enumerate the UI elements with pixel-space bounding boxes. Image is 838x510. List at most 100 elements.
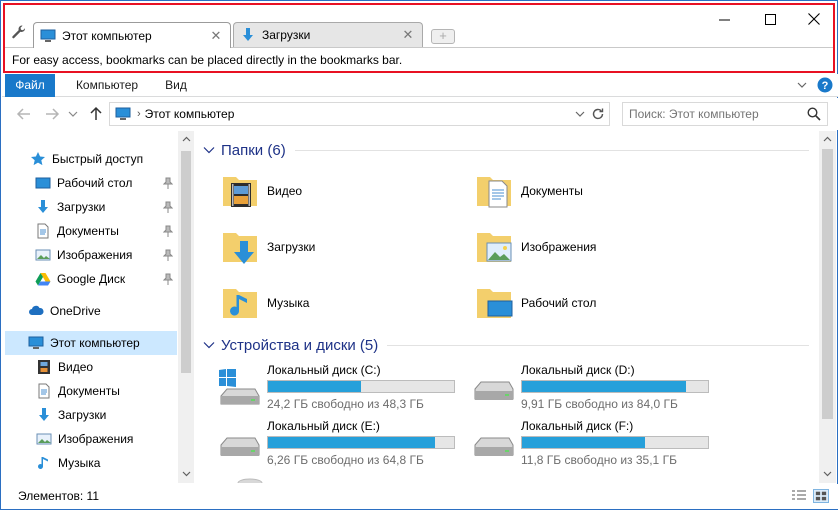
folder-video-icon: [223, 177, 257, 207]
scroll-up-chevron-icon[interactable]: [182, 136, 191, 142]
collapse-chevron-icon: [203, 147, 215, 154]
drive-d[interactable]: Локальный диск (D:) 9,91 ГБ свободно из …: [471, 363, 721, 413]
help-icon[interactable]: ?: [817, 77, 833, 93]
pin-icon[interactable]: [163, 201, 173, 213]
content-scroll-thumb[interactable]: [822, 149, 833, 419]
address-dropdown-icon[interactable]: [575, 110, 585, 118]
document-icon: [38, 383, 50, 399]
folder-downloads[interactable]: Загрузки: [221, 222, 461, 272]
download-arrow-icon: [243, 28, 253, 41]
nav-onedrive[interactable]: OneDrive: [28, 299, 200, 323]
film-icon: [38, 360, 50, 374]
drive-usage-bar: [521, 380, 709, 393]
search-input[interactable]: [629, 106, 799, 122]
folder-documents-icon: [477, 177, 511, 208]
folder-label: Документы: [521, 184, 583, 198]
drive-usage-bar: [267, 380, 455, 393]
drive-name: Локальный диск (E:): [267, 419, 380, 433]
close-tab-icon[interactable]: ✕: [402, 28, 414, 41]
breadcrumb-separator-icon[interactable]: ›: [137, 108, 141, 120]
cloud-icon: [29, 305, 44, 315]
drive-f[interactable]: Локальный диск (F:) 11,8 ГБ свободно из …: [471, 419, 721, 469]
desktop-icon: [35, 177, 51, 189]
close-icon: [808, 13, 820, 25]
nav-scrollbar[interactable]: [178, 131, 194, 483]
minimize-button[interactable]: [701, 5, 747, 33]
back-arrow-icon[interactable]: [16, 106, 32, 122]
nav-item-desktop[interactable]: Рабочий стол: [35, 171, 177, 195]
folder-label: Загрузки: [267, 240, 316, 254]
nav-item-documents[interactable]: Документы: [35, 219, 177, 243]
nav-quick-access[interactable]: Быстрый доступ: [30, 147, 202, 171]
nav-item-downloads[interactable]: Загрузки: [35, 195, 177, 219]
content-scrollbar[interactable]: [819, 131, 836, 483]
recent-locations-chevron-icon[interactable]: [68, 106, 78, 122]
wrench-icon[interactable]: [11, 24, 27, 40]
pin-icon[interactable]: [163, 273, 173, 285]
maximize-button[interactable]: [747, 5, 793, 33]
nav-item-videos[interactable]: Видео: [36, 355, 177, 379]
nav-label: Этот компьютер: [50, 336, 140, 350]
large-icons-view-icon[interactable]: [813, 489, 829, 503]
folder-pictures[interactable]: Изображения: [475, 222, 715, 272]
drive-name: Локальный диск (F:): [521, 419, 634, 433]
bookmarks-bar: For easy access, bookmarks can be placed…: [5, 47, 833, 71]
picture-icon: [36, 433, 52, 445]
breadcrumb-this-pc[interactable]: Этот компьютер: [145, 107, 235, 121]
tab-this-pc[interactable]: Этот компьютер ✕: [33, 22, 231, 48]
folder-music[interactable]: Музыка: [221, 278, 461, 328]
folder-documents[interactable]: Документы: [475, 166, 715, 216]
group-divider: [387, 345, 809, 346]
nav-item-music[interactable]: Музыка: [36, 451, 177, 475]
details-view-icon[interactable]: [791, 489, 807, 503]
drive-usage-bar: [521, 436, 709, 449]
pin-icon[interactable]: [163, 249, 173, 261]
ribbon-expand-chevron-icon[interactable]: [797, 81, 807, 89]
tab-bar-region: Этот компьютер ✕ Загрузки ✕ + For easy a…: [3, 3, 835, 73]
refresh-icon[interactable]: [590, 106, 606, 122]
close-window-button[interactable]: [791, 5, 837, 33]
drive-e[interactable]: Локальный диск (E:) 6,26 ГБ свободно из …: [217, 419, 467, 469]
drive-name: Локальный диск (C:): [267, 363, 381, 377]
forward-arrow-icon[interactable]: [44, 106, 60, 122]
hard-drive-icon: [474, 437, 514, 456]
nav-this-pc[interactable]: Этот компьютер: [5, 331, 177, 355]
drive-partial-icon: [237, 478, 263, 483]
search-box[interactable]: [622, 102, 828, 126]
status-bar: Элементов: 11: [2, 484, 838, 509]
new-tab-button[interactable]: +: [431, 29, 455, 44]
nav-item-downloads-pc[interactable]: Загрузки: [36, 403, 177, 427]
drive-free-space: 24,2 ГБ свободно из 48,3 ГБ: [267, 397, 424, 411]
nav-item-documents-pc[interactable]: Документы: [36, 379, 177, 403]
nav-item-pictures[interactable]: Изображения: [35, 243, 177, 267]
drive-usage-fill: [268, 437, 435, 448]
nav-label: Изображения: [58, 432, 134, 446]
folder-videos[interactable]: Видео: [221, 166, 461, 216]
computer-icon: [115, 107, 131, 120]
scroll-up-chevron-icon[interactable]: [823, 136, 832, 142]
tab-downloads[interactable]: Загрузки ✕: [233, 22, 423, 47]
ribbon-tab-file[interactable]: Файл: [5, 74, 55, 97]
ribbon-tab-computer[interactable]: Компьютер: [62, 74, 152, 97]
nav-label: Рабочий стол: [57, 176, 133, 190]
drives-group-header[interactable]: Устройства и диски (5): [203, 334, 378, 356]
scroll-down-chevron-icon[interactable]: [823, 471, 832, 477]
address-bar[interactable]: › Этот компьютер: [109, 102, 610, 126]
folder-label: Изображения: [521, 240, 597, 254]
folder-label: Музыка: [267, 296, 310, 310]
scroll-down-chevron-icon[interactable]: [182, 471, 191, 477]
nav-scroll-thumb[interactable]: [181, 151, 191, 373]
search-icon[interactable]: [807, 107, 821, 121]
explorer-window: Этот компьютер ✕ Загрузки ✕ + For easy a…: [0, 0, 838, 510]
folders-group-header[interactable]: Папки (6): [203, 139, 286, 161]
up-arrow-icon[interactable]: [88, 106, 104, 122]
nav-label: Музыка: [58, 456, 101, 470]
ribbon-tab-view[interactable]: Вид: [156, 74, 196, 97]
nav-item-pictures-pc[interactable]: Изображения: [36, 427, 177, 451]
pin-icon[interactable]: [163, 177, 173, 189]
nav-item-google-drive[interactable]: Google Диск: [35, 267, 177, 291]
drive-c[interactable]: Локальный диск (C:) 24,2 ГБ свободно из …: [217, 363, 467, 413]
pin-icon[interactable]: [163, 225, 173, 237]
folder-desktop[interactable]: Рабочий стол: [475, 278, 715, 328]
close-tab-icon[interactable]: ✕: [210, 29, 222, 42]
